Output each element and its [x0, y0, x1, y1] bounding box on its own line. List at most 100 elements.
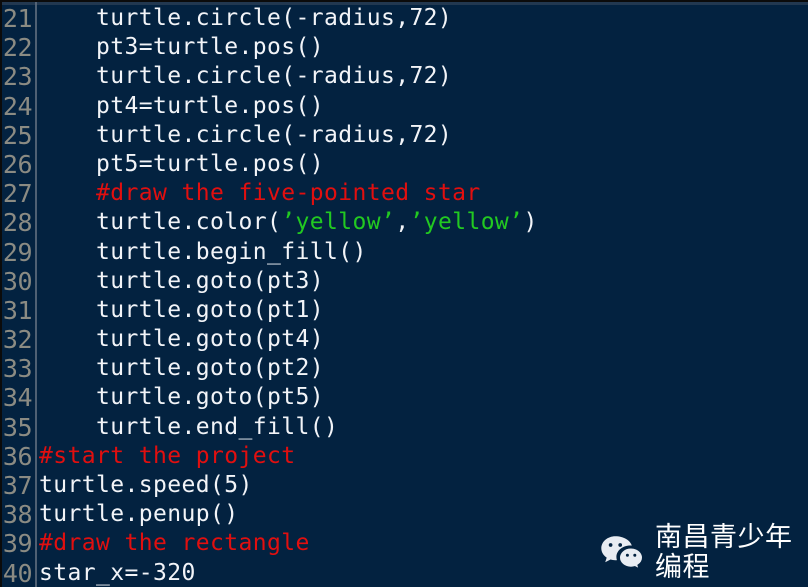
line-number: 35 [2, 412, 33, 442]
code-line[interactable]: 22 pt3=turtle.pos() [2, 33, 808, 62]
code-token-string: ’yellow’ [281, 209, 396, 236]
code-line-source[interactable]: star_x=-320 [39, 559, 196, 587]
code-line[interactable]: 27 #draw the five-pointed star [2, 179, 808, 208]
code-token-plain: turtle.goto(pt1) [96, 296, 324, 323]
code-token-plain: turtle.circle(-radius,72) [96, 63, 453, 90]
code-token-plain: , [395, 209, 410, 236]
code-line[interactable]: 36 #start the project [2, 442, 808, 471]
code-token-plain: turtle.color( [96, 209, 282, 236]
line-number: 26 [2, 149, 33, 179]
line-number: 22 [2, 33, 33, 63]
code-line-source[interactable]: turtle.circle(-radius,72) [39, 121, 452, 150]
code-token-comment: #draw the five-pointed star [96, 180, 481, 207]
code-token-plain: turtle.circle(-radius,72) [96, 121, 453, 148]
line-number: 38 [2, 500, 33, 530]
code-token-plain: pt3=turtle.pos() [96, 34, 324, 61]
code-line-source[interactable]: turtle.goto(pt1) [39, 296, 324, 325]
line-number: 24 [2, 91, 33, 121]
code-line-source[interactable]: pt3=turtle.pos() [39, 33, 324, 62]
code-line[interactable]: 28 turtle.color(’yellow’,’yellow’) [2, 208, 808, 237]
code-token-plain: ) [523, 209, 538, 236]
code-token-plain: turtle.begin_fill() [96, 238, 367, 265]
code-token-comment: #start the project [39, 442, 296, 469]
code-line-source[interactable]: #start the project [39, 442, 295, 471]
line-number: 34 [2, 383, 33, 413]
code-line[interactable]: 32 turtle.goto(pt4) [2, 325, 808, 354]
watermark-text: 南昌青少年编程 [655, 522, 793, 583]
code-token-plain: turtle.goto(pt5) [96, 384, 324, 411]
code-line-source[interactable]: turtle.circle(-radius,72) [39, 62, 452, 91]
code-token-plain: turtle.end_fill() [96, 413, 339, 440]
code-token-plain: star_x=-320 [39, 559, 196, 586]
line-number: 39 [2, 529, 33, 559]
code-line-source[interactable]: #draw the five-pointed star [39, 179, 481, 208]
code-token-plain: pt4=turtle.pos() [96, 92, 324, 119]
code-token-comment: #draw the rectangle [39, 530, 310, 557]
code-token-plain: turtle.circle(-radius,72) [96, 5, 453, 31]
code-line-source[interactable]: turtle.speed(5) [39, 471, 253, 500]
line-number: 32 [2, 325, 33, 355]
code-token-plain: turtle.goto(pt3) [96, 267, 324, 294]
code-token-string: ’yellow’ [409, 209, 524, 236]
code-line-source[interactable]: turtle.goto(pt3) [39, 267, 324, 296]
line-number: 29 [2, 237, 33, 267]
code-line[interactable]: 21 turtle.circle(-radius,72) [2, 4, 808, 33]
code-line[interactable]: 35 turtle.end_fill() [2, 413, 808, 442]
code-line-source[interactable]: turtle.circle(-radius,72) [39, 4, 452, 33]
code-line-source[interactable]: turtle.goto(pt2) [39, 354, 324, 383]
code-line-source[interactable]: turtle.end_fill() [39, 413, 338, 442]
code-line-source[interactable]: pt5=turtle.pos() [39, 150, 324, 179]
code-line[interactable]: 26 pt5=turtle.pos() [2, 150, 808, 179]
code-line[interactable]: 31 turtle.goto(pt1) [2, 296, 808, 325]
code-line-source[interactable]: turtle.begin_fill() [39, 238, 367, 267]
code-token-plain: turtle.speed(5) [39, 472, 253, 498]
code-editor[interactable]: 21 turtle.circle(-radius,72) 22 pt3=turtl… [0, 0, 808, 587]
code-token-plain: turtle.goto(pt4) [96, 326, 324, 353]
line-number: 30 [2, 266, 33, 296]
line-number: 33 [2, 354, 33, 384]
code-line[interactable]: 29 turtle.begin_fill() [2, 238, 808, 267]
code-token-plain: pt5=turtle.pos() [96, 150, 324, 177]
code-line[interactable]: 30 turtle.goto(pt3) [2, 267, 808, 296]
code-token-plain: turtle.penup() [39, 501, 239, 528]
line-number: 23 [2, 62, 33, 92]
code-line[interactable]: 24 pt4=turtle.pos() [2, 92, 808, 121]
line-number: 36 [2, 441, 33, 471]
line-number: 40 [2, 558, 33, 587]
code-line[interactable]: 25 turtle.circle(-radius,72) [2, 121, 808, 150]
code-token-plain: turtle.goto(pt2) [96, 355, 324, 382]
code-line-source[interactable]: pt4=turtle.pos() [39, 92, 324, 121]
code-line-source[interactable]: turtle.penup() [39, 500, 238, 529]
code-lines-container: 21 turtle.circle(-radius,72) 22 pt3=turtl… [2, 4, 808, 587]
code-line[interactable]: 33 turtle.goto(pt2) [2, 354, 808, 383]
code-line[interactable]: 34 turtle.goto(pt5) [2, 383, 808, 412]
code-line[interactable]: 23 turtle.circle(-radius,72) [2, 62, 808, 91]
line-number: 31 [2, 295, 33, 325]
code-line-source[interactable]: turtle.goto(pt4) [39, 325, 324, 354]
code-line-source[interactable]: turtle.color(’yellow’,’yellow’) [39, 208, 538, 237]
watermark: 南昌青少年编程 [600, 523, 808, 583]
line-number: 21 [2, 4, 33, 33]
line-number: 37 [2, 471, 33, 500]
line-number: 28 [2, 208, 33, 238]
code-line-source[interactable]: #draw the rectangle [39, 529, 310, 558]
wechat-icon [600, 534, 644, 572]
code-line-source[interactable]: turtle.goto(pt5) [39, 383, 324, 412]
line-number: 27 [2, 179, 33, 209]
code-line[interactable]: 37 turtle.speed(5) [2, 471, 808, 500]
line-number: 25 [2, 120, 33, 150]
